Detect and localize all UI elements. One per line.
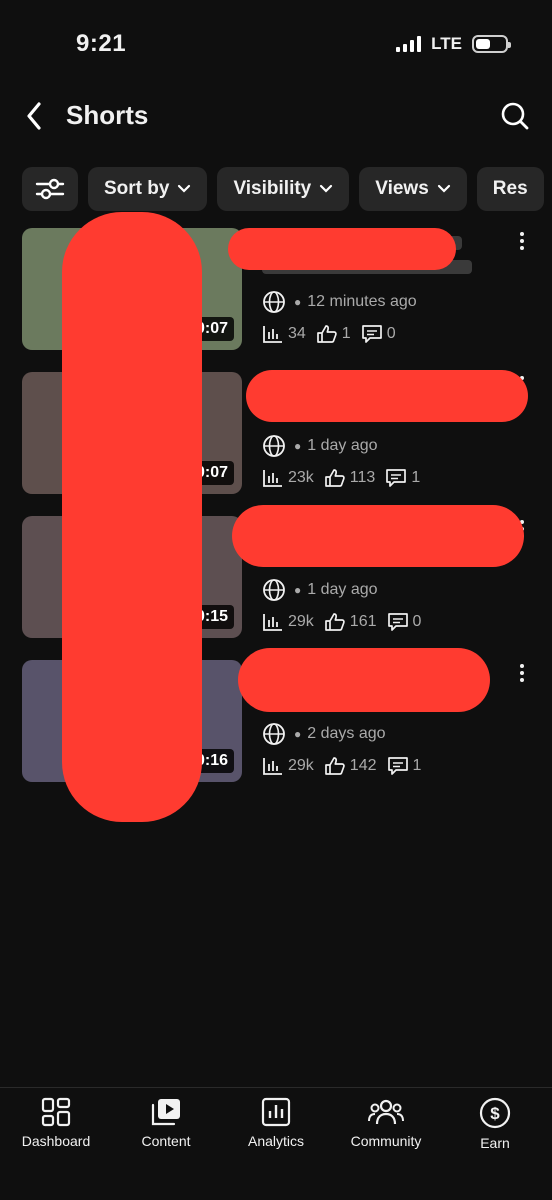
chevron-down-icon (177, 184, 191, 194)
bar-chart-icon (263, 614, 282, 631)
back-button[interactable] (18, 98, 50, 134)
page-title: Shorts (66, 100, 149, 130)
video-stats: 29k 161 0 (262, 612, 431, 632)
comment-icon (386, 469, 407, 487)
app-header: Shorts (0, 90, 552, 142)
like-count: 1 (341, 325, 351, 342)
view-count: 23k (288, 469, 314, 486)
video-meta: ● 12 minutes ago (262, 290, 417, 314)
redaction-scribble (62, 212, 202, 822)
visibility-label: Visibility (233, 178, 312, 199)
globe-icon (263, 579, 285, 601)
globe-icon (263, 291, 285, 313)
time-ago: 1 day ago (307, 437, 378, 454)
comment-count: 0 (412, 613, 422, 630)
nav-community[interactable]: Community (331, 1097, 441, 1149)
comment-count: 1 (412, 757, 422, 774)
time-ago: 1 day ago (307, 581, 378, 598)
view-count: 34 (288, 325, 306, 342)
redaction-scribble (246, 370, 528, 422)
search-button[interactable] (498, 98, 532, 134)
view-count: 29k (288, 757, 314, 774)
bottom-navigation: Dashboard Content Analytics Community $ … (0, 1087, 552, 1200)
video-meta: ● 1 day ago (262, 434, 378, 458)
globe-icon (263, 723, 285, 745)
content-icon (151, 1099, 180, 1126)
bar-chart-icon (263, 758, 282, 775)
svg-text:$: $ (490, 1104, 500, 1123)
comment-count: 0 (386, 325, 396, 342)
sort-by-chip[interactable]: Sort by (88, 167, 208, 211)
earn-icon: $ (479, 1097, 511, 1129)
more-options-button[interactable] (514, 230, 530, 252)
battery-icon (472, 35, 511, 53)
community-icon (368, 1099, 404, 1125)
view-count: 29k (288, 613, 314, 630)
nav-earn[interactable]: $ Earn (440, 1097, 550, 1151)
filter-settings-button[interactable] (22, 167, 78, 211)
sliders-icon (35, 178, 65, 200)
chevron-down-icon (319, 184, 333, 194)
comment-count: 1 (411, 469, 421, 486)
globe-icon (263, 435, 285, 457)
nav-content[interactable]: Content (111, 1097, 221, 1149)
nav-dashboard[interactable]: Dashboard (1, 1097, 111, 1149)
like-count: 113 (349, 469, 376, 486)
redaction-scribble (228, 228, 456, 270)
signal-icon (396, 36, 422, 52)
thumbs-up-icon (324, 613, 345, 631)
comment-icon (361, 325, 382, 343)
thumbs-up-icon (324, 757, 345, 775)
analytics-icon (261, 1097, 291, 1127)
video-stats: 34 1 0 (262, 324, 406, 344)
sort-by-label: Sort by (104, 178, 170, 199)
video-meta: ● 2 days ago (262, 722, 386, 746)
thumbs-up-icon (316, 325, 337, 343)
chevron-left-icon (27, 102, 41, 130)
nav-earn-label: Earn (480, 1135, 510, 1151)
restrictions-chip[interactable]: Res (476, 167, 544, 211)
bar-chart-icon (263, 326, 282, 343)
restrictions-label: Res (492, 178, 528, 199)
status-bar: 9:21 LTE (0, 0, 552, 90)
video-stats: 23k 113 1 (262, 468, 430, 488)
redaction-scribble (232, 505, 524, 567)
nav-analytics-label: Analytics (247, 1133, 305, 1149)
nav-community-label: Community (350, 1133, 422, 1149)
search-icon (501, 102, 529, 130)
status-time: 9:21 (76, 30, 127, 57)
views-chip[interactable]: Views (359, 167, 467, 211)
bar-chart-icon (263, 470, 282, 487)
views-label: Views (375, 178, 429, 199)
like-count: 142 (349, 757, 377, 774)
status-indicators: LTE (396, 34, 511, 54)
nav-dashboard-label: Dashboard (21, 1133, 91, 1149)
nav-content-label: Content (141, 1133, 191, 1149)
nav-analytics[interactable]: Analytics (221, 1097, 331, 1149)
video-meta: ● 1 day ago (262, 578, 378, 602)
more-options-button[interactable] (514, 662, 530, 684)
time-ago: 2 days ago (307, 725, 386, 742)
comment-icon (387, 613, 408, 631)
chevron-down-icon (437, 184, 451, 194)
like-count: 161 (349, 613, 377, 630)
comment-icon (387, 757, 408, 775)
thumbs-up-icon (324, 469, 345, 487)
dashboard-icon (41, 1097, 71, 1127)
filter-chips: Sort by Visibility Views Res (22, 167, 552, 211)
time-ago: 12 minutes ago (307, 293, 417, 310)
redaction-scribble (238, 648, 490, 712)
network-type: LTE (431, 34, 462, 53)
visibility-chip[interactable]: Visibility (217, 167, 350, 211)
video-stats: 29k 142 1 (262, 756, 431, 776)
